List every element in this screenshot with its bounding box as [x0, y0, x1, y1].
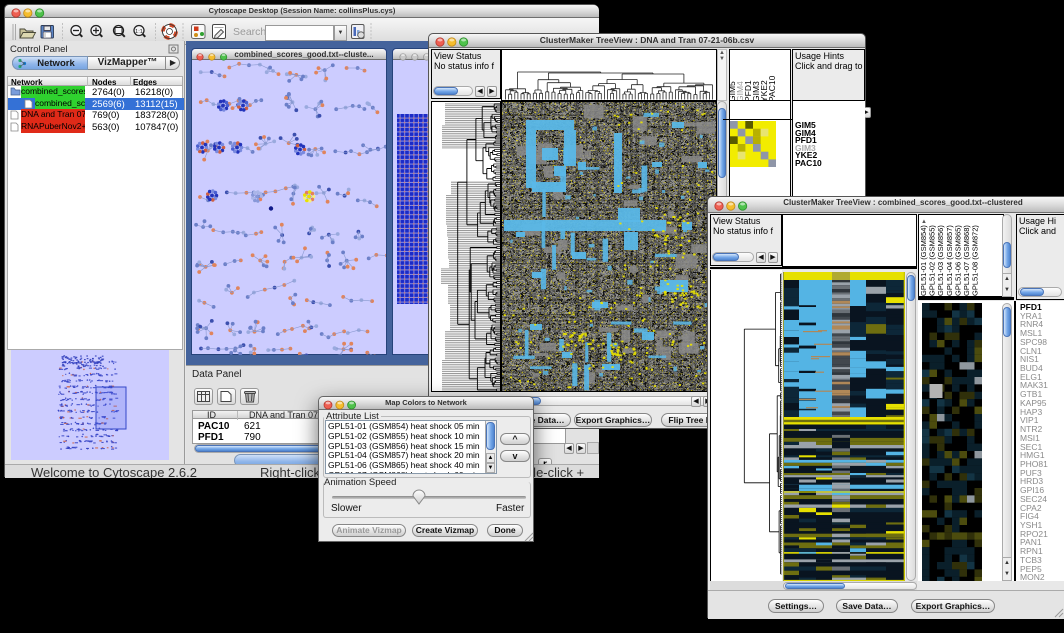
- svg-text:PAC10: PAC10: [767, 75, 777, 101]
- svg-text:GPL51-08 (GSM872): GPL51-08 (GSM872): [971, 225, 980, 296]
- svg-text:Search:: Search:: [233, 26, 269, 38]
- svg-text:1:1: 1:1: [135, 29, 143, 35]
- svg-text:▲: ▲: [921, 219, 927, 225]
